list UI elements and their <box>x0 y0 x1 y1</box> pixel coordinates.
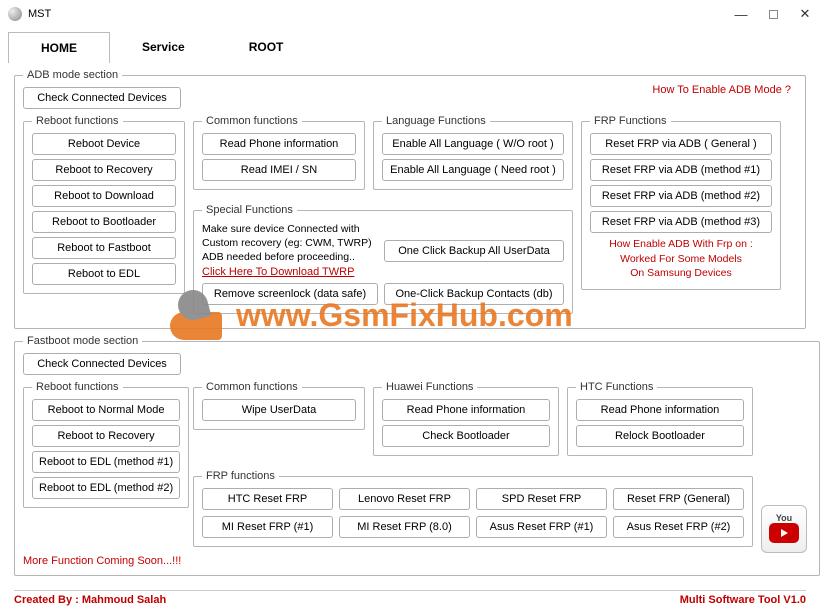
reboot-download-button[interactable]: Reboot to Download <box>32 185 176 207</box>
adb-lang-legend: Language Functions <box>382 115 490 127</box>
fastboot-reboot-legend: Reboot functions <box>32 381 123 393</box>
adb-common-legend: Common functions <box>202 115 302 127</box>
fb-common-legend: Common functions <box>202 381 302 393</box>
read-imei-button[interactable]: Read IMEI / SN <box>202 159 356 181</box>
footer: Created By : Mahmoud Salah Multi Softwar… <box>14 590 806 606</box>
frp-lenovo-button[interactable]: Lenovo Reset FRP <box>339 488 470 510</box>
special-text-1: Make sure device Connected with Custom r… <box>202 222 378 250</box>
huawei-legend: Huawei Functions <box>382 381 477 393</box>
more-functions-text: More Function Coming Soon...!!! <box>23 555 811 567</box>
reboot-fastboot-button[interactable]: Reboot to Fastboot <box>32 237 176 259</box>
fb-reboot-normal-button[interactable]: Reboot to Normal Mode <box>32 399 180 421</box>
reboot-device-button[interactable]: Reboot Device <box>32 133 176 155</box>
htc-read-info-button[interactable]: Read Phone information <box>576 399 744 421</box>
frp-m2-button[interactable]: Reset FRP via ADB (method #2) <box>590 185 772 207</box>
huawei-check-bl-button[interactable]: Check Bootloader <box>382 425 550 447</box>
fb-reboot-recovery-button[interactable]: Reboot to Recovery <box>32 425 180 447</box>
frp-m1-button[interactable]: Reset FRP via ADB (method #1) <box>590 159 772 181</box>
fastboot-check-devices-button[interactable]: Check Connected Devices <box>23 353 181 375</box>
adb-language-group: Language Functions Enable All Language (… <box>373 115 573 190</box>
backup-contacts-button[interactable]: One-Click Backup Contacts (db) <box>384 283 564 305</box>
frp-spd-button[interactable]: SPD Reset FRP <box>476 488 607 510</box>
fb-reboot-edl1-button[interactable]: Reboot to EDL (method #1) <box>32 451 180 473</box>
huawei-read-info-button[interactable]: Read Phone information <box>382 399 550 421</box>
enable-lang-woroot-button[interactable]: Enable All Language ( W/O root ) <box>382 133 564 155</box>
adb-reboot-legend: Reboot functions <box>32 115 123 127</box>
tab-service[interactable]: Service <box>110 32 217 63</box>
backup-userdata-button[interactable]: One Click Backup All UserData <box>384 240 564 262</box>
wipe-userdata-button[interactable]: Wipe UserData <box>202 399 356 421</box>
maximize-button[interactable] <box>766 7 780 21</box>
footer-credit: Created By : Mahmoud Salah <box>14 594 166 606</box>
frp-mi1-button[interactable]: MI Reset FRP (#1) <box>202 516 333 538</box>
frp-asus2-button[interactable]: Asus Reset FRP (#2) <box>613 516 744 538</box>
app-icon <box>8 7 22 21</box>
fastboot-section: Fastboot mode section Check Connected De… <box>14 335 820 576</box>
fb-reboot-edl2-button[interactable]: Reboot to EDL (method #2) <box>32 477 180 499</box>
fastboot-legend: Fastboot mode section <box>23 335 142 347</box>
fb-frp-legend: FRP functions <box>202 470 279 482</box>
twrp-download-link[interactable]: Click Here To Download TWRP <box>202 266 354 278</box>
remove-screenlock-button[interactable]: Remove screenlock (data safe) <box>202 283 378 305</box>
htc-group: HTC Functions Read Phone information Rel… <box>567 381 753 456</box>
youtube-icon <box>769 523 799 543</box>
fastboot-reboot-group: Reboot functions Reboot to Normal Mode R… <box>23 381 189 508</box>
frp-note: How Enable ADB With Frp on : Worked For … <box>590 237 772 281</box>
main-tabs: HOME Service ROOT <box>8 32 812 63</box>
frp-m3-button[interactable]: Reset FRP via ADB (method #3) <box>590 211 772 233</box>
close-button[interactable]: ✕ <box>798 7 812 21</box>
adb-frp-legend: FRP Functions <box>590 115 671 127</box>
how-enable-adb-link[interactable]: How To Enable ADB Mode ? <box>652 84 791 96</box>
huawei-group: Huawei Functions Read Phone information … <box>373 381 559 456</box>
htc-relock-button[interactable]: Relock Bootloader <box>576 425 744 447</box>
htc-legend: HTC Functions <box>576 381 657 393</box>
footer-version: Multi Software Tool V1.0 <box>680 594 806 606</box>
fastboot-common-group: Common functions Wipe UserData <box>193 381 365 430</box>
tab-root[interactable]: ROOT <box>217 32 316 63</box>
reboot-edl-button[interactable]: Reboot to EDL <box>32 263 176 285</box>
adb-special-legend: Special Functions <box>202 204 297 216</box>
fastboot-frp-group: FRP functions HTC Reset FRP Lenovo Reset… <box>193 470 753 547</box>
frp-mi80-button[interactable]: MI Reset FRP (8.0) <box>339 516 470 538</box>
adb-reboot-group: Reboot functions Reboot Device Reboot to… <box>23 115 185 294</box>
frp-note-line1: How Enable ADB With Frp on : <box>590 237 772 252</box>
special-text-2: ADB needed before proceeding.. <box>202 250 378 264</box>
reboot-bootloader-button[interactable]: Reboot to Bootloader <box>32 211 176 233</box>
titlebar: MST — ✕ <box>0 0 820 28</box>
adb-frp-group: FRP Functions Reset FRP via ADB ( Genera… <box>581 115 781 290</box>
frp-note-line3: On Samsung Devices <box>590 266 772 281</box>
adb-special-group: Special Functions Make sure device Conne… <box>193 204 573 314</box>
reboot-recovery-button[interactable]: Reboot to Recovery <box>32 159 176 181</box>
enable-lang-needroot-button[interactable]: Enable All Language ( Need root ) <box>382 159 564 181</box>
read-phone-info-button[interactable]: Read Phone information <box>202 133 356 155</box>
minimize-button[interactable]: — <box>734 7 748 21</box>
frp-general-button[interactable]: Reset FRP via ADB ( General ) <box>590 133 772 155</box>
frp-htc-button[interactable]: HTC Reset FRP <box>202 488 333 510</box>
frp-note-line2: Worked For Some Models <box>590 252 772 267</box>
frp-asus1-button[interactable]: Asus Reset FRP (#1) <box>476 516 607 538</box>
adb-legend: ADB mode section <box>23 69 122 81</box>
adb-common-group: Common functions Read Phone information … <box>193 115 365 190</box>
tab-home[interactable]: HOME <box>8 32 110 63</box>
adb-check-devices-button[interactable]: Check Connected Devices <box>23 87 181 109</box>
youtube-button[interactable]: You <box>761 505 807 553</box>
frp-general2-button[interactable]: Reset FRP (General) <box>613 488 744 510</box>
adb-section: ADB mode section How To Enable ADB Mode … <box>14 69 806 329</box>
app-title: MST <box>28 8 51 20</box>
